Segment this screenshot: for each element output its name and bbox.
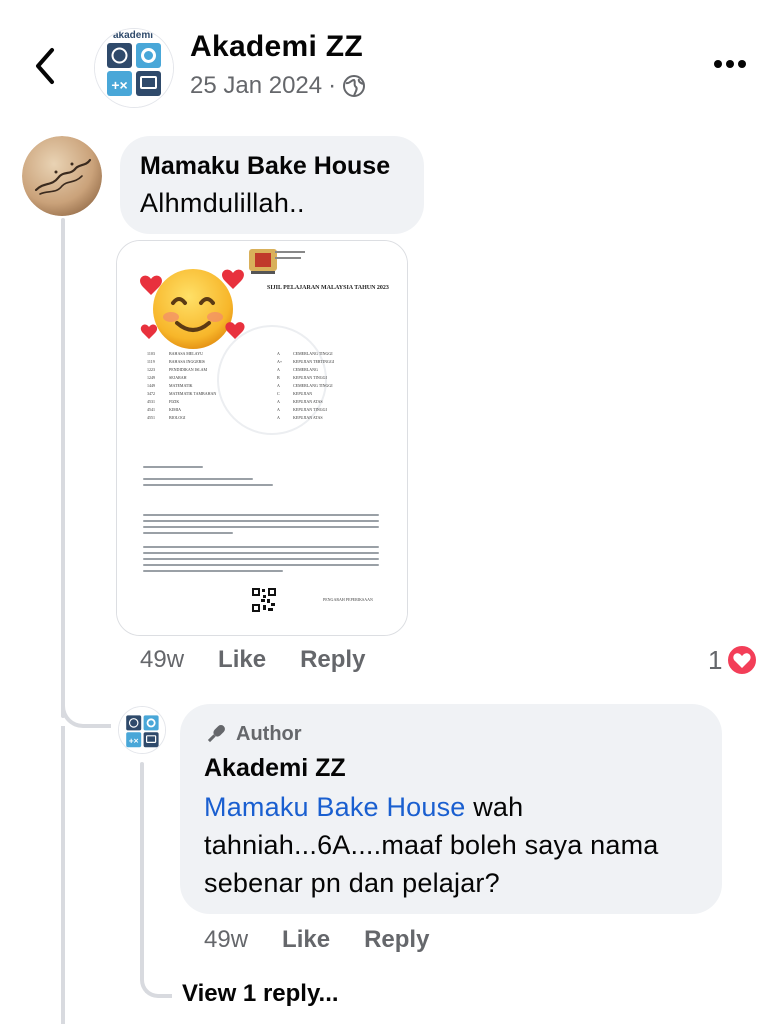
subject-row: 4551 BIOLOGI A KEPUJIAN ATAS — [147, 415, 387, 423]
subject-code: 1449 — [147, 383, 155, 388]
author-badge-label: Author — [236, 722, 302, 745]
logo-text: akademi — [113, 30, 154, 41]
subject-grade: A — [277, 399, 280, 404]
post-date[interactable]: 25 Jan 2024 — [190, 72, 322, 100]
subject-code: 3472 — [147, 391, 155, 396]
subject-name: MATEMATIK TAMBAHAN — [169, 391, 217, 396]
reply-reply-button[interactable]: Reply — [364, 926, 429, 954]
post-meta: 25 Jan 2024 · — [190, 72, 366, 100]
back-button[interactable] — [28, 44, 64, 88]
meta-separator: · — [328, 72, 337, 99]
subject-row: 1119 BAHASA INGGERIS A+ KEPUJIAN TERTINGGI — [147, 359, 387, 367]
subject-remark: CEMERLANG TINGGI — [293, 351, 333, 356]
subject-code: 1249 — [147, 375, 155, 380]
love-reaction-icon — [726, 644, 759, 676]
svg-text:+×: +× — [111, 77, 127, 93]
subject-row: 1249 SEJARAH B KEPUJIAN TINGGI — [147, 375, 387, 383]
subject-grade: A — [277, 351, 280, 356]
subject-name: BAHASA INGGERIS — [169, 359, 205, 364]
svg-text:+×: +× — [129, 736, 139, 746]
mention-link[interactable]: Mamaku Bake House — [204, 792, 466, 822]
subject-grade: A+ — [277, 359, 283, 364]
crest-icon — [249, 249, 277, 274]
subject-remark: KEPUJIAN — [293, 391, 313, 396]
view-replies-link[interactable]: View 1 reply... — [182, 980, 339, 1008]
akademi-logo-icon: +× — [119, 707, 165, 753]
chevron-left-icon — [36, 48, 54, 84]
subject-grade: B — [277, 375, 280, 380]
subject-remark: KEPUJIAN TERTINGGI — [293, 359, 335, 364]
comment-attachment-image[interactable]: SIJIL PELAJARAN MALAYSIA TAHUN 2023 1103… — [116, 240, 408, 636]
reaction-summary[interactable]: 1 — [708, 644, 759, 676]
subject-row: 1449 MATEMATIK A CEMERLANG TINGGI — [147, 383, 387, 391]
subject-remark: KEPUJIAN TINGGI — [293, 375, 327, 380]
subject-name: BIOLOGI — [169, 415, 186, 420]
smiling-face-with-hearts-icon — [140, 269, 245, 349]
subject-remark: CEMERLANG — [293, 367, 318, 372]
subject-code: 4531 — [147, 399, 155, 404]
comment-actions: 49w Like Reply — [140, 646, 399, 674]
subject-grade: C — [277, 391, 280, 396]
bake-house-logo-icon — [22, 136, 102, 216]
thread-curve-reply — [61, 684, 111, 728]
comment-author[interactable]: Mamaku Bake House — [140, 152, 390, 181]
subject-row: 4541 KIMIA A KEPUJIAN TINGGI — [147, 407, 387, 415]
microphone-icon — [207, 725, 225, 743]
subject-grade: A — [277, 367, 280, 372]
subject-code: 1119 — [147, 359, 155, 364]
like-button[interactable]: Like — [218, 646, 266, 674]
subject-name: FIZIK — [169, 399, 180, 404]
subject-name: KIMIA — [169, 407, 181, 412]
author-badge: Author — [204, 722, 302, 746]
more-dots-icon — [714, 60, 746, 68]
thread-line-main — [61, 218, 65, 718]
thread-curve-view — [140, 966, 172, 998]
subject-grade: A — [277, 415, 280, 420]
subject-remark: KEPUJIAN ATAS — [293, 399, 323, 404]
subject-remark: KEPUJIAN ATAS — [293, 415, 323, 420]
reply-time[interactable]: 49w — [204, 926, 248, 954]
subject-row: 3472 MATEMATIK TAMBAHAN C KEPUJIAN — [147, 391, 387, 399]
subject-row: 1223 PENDIDIKAN ISLAM A CEMERLANG — [147, 367, 387, 375]
subject-grade: A — [277, 407, 280, 412]
comment-text: Alhmdulillah.. — [140, 188, 305, 218]
comment-time[interactable]: 49w — [140, 646, 184, 674]
thread-line-continue — [61, 726, 65, 1024]
subject-remark: KEPUJIAN TINGGI — [293, 407, 327, 412]
reply-author[interactable]: Akademi ZZ — [204, 754, 346, 783]
thread-line-reply — [140, 762, 144, 972]
subject-name: PENDIDIKAN ISLAM — [169, 367, 208, 372]
globe-icon — [343, 75, 366, 97]
more-options-button[interactable] — [708, 52, 752, 76]
page-name[interactable]: Akademi ZZ — [190, 30, 363, 64]
commenter-avatar[interactable] — [22, 136, 102, 216]
reply-text: Mamaku Bake House wah tahniah...6A....ma… — [204, 788, 714, 902]
reply-like-button[interactable]: Like — [282, 926, 330, 954]
subject-remark: CEMERLANG TINGGI — [293, 383, 333, 388]
subject-grade: A — [277, 383, 280, 388]
qr-code-icon — [251, 587, 277, 613]
subject-name: SEJARAH — [169, 375, 187, 380]
reply-actions: 49w Like Reply — [204, 926, 463, 954]
certificate-footer: PENGARAH PEPERIKSAAN — [323, 597, 373, 602]
comment-bubble[interactable] — [120, 136, 424, 234]
reply-button[interactable]: Reply — [300, 646, 365, 674]
reply-avatar[interactable]: +× — [118, 706, 166, 754]
subject-name: MATEMATIK — [169, 383, 193, 388]
reaction-count: 1 — [708, 644, 723, 675]
certificate-title: SIJIL PELAJARAN MALAYSIA TAHUN 2023 — [267, 285, 389, 291]
page-avatar[interactable]: +× akademi — [94, 28, 174, 108]
subject-code: 4551 — [147, 415, 155, 420]
subject-row: 4531 FIZIK A KEPUJIAN ATAS — [147, 399, 387, 407]
subject-code: 1223 — [147, 367, 155, 372]
subject-code: 4541 — [147, 407, 155, 412]
